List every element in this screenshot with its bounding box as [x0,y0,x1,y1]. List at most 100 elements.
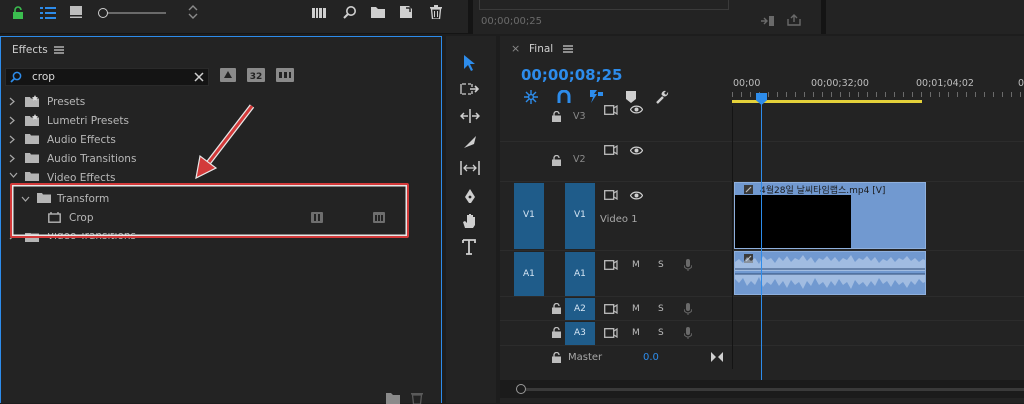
top-toolbar [0,0,468,34]
lock-track-icon[interactable] [552,303,561,314]
icon-view-icon[interactable] [70,6,82,18]
toggle-sync-lock-icon[interactable] [604,260,618,270]
zoom-slider-handle[interactable] [98,8,108,18]
clip-area[interactable]: 4월28일 날씨타임랩스.mp4 [V] [732,96,1024,383]
chevron-right-icon[interactable] [9,116,15,125]
wrench-icon[interactable] [655,90,669,104]
chevron-right-icon[interactable] [9,135,15,144]
trash-icon[interactable] [430,5,442,19]
new-custom-bin-icon[interactable] [386,392,400,404]
solo-button[interactable]: S [658,304,664,314]
nest-sequence-icon[interactable] [524,90,538,104]
track-target-a3[interactable]: A3 [565,322,595,345]
razor-tool-icon[interactable] [463,135,477,149]
annotation-arrow [195,104,255,180]
video-clip[interactable]: 4월28일 날씨타임랩스.mp4 [V] [734,182,926,249]
scrollbar-thumb-start[interactable] [516,384,526,394]
zoom-slider[interactable] [98,8,168,18]
horizontal-scrollbar[interactable] [500,380,1024,398]
solo-button[interactable]: S [658,260,664,270]
tree-item-label: Audio Transitions [47,153,137,165]
audio-clip[interactable] [734,251,926,295]
toggle-sync-lock-icon[interactable] [604,328,618,338]
lock-track-icon[interactable] [552,155,561,166]
yuv-effects-icon[interactable] [276,68,294,82]
accelerated-effects-icon[interactable] [220,68,236,82]
program-strip [826,0,1024,34]
audio-waveform [735,255,925,289]
tree-item-label: Video Effects [47,172,116,181]
playhead-line[interactable] [761,96,762,383]
clear-search-icon[interactable] [194,72,204,82]
chevron-right-icon[interactable] [9,97,15,106]
panel-menu-icon[interactable] [54,46,64,54]
add-marker-icon[interactable] [626,91,636,103]
type-tool-icon[interactable] [462,239,476,255]
toggle-sync-lock-icon[interactable] [604,190,618,200]
32-bit-color-icon[interactable]: 32 [247,68,265,82]
solo-button[interactable]: S [658,328,664,338]
tree-item-label: Lumetri Presets [47,115,129,127]
toggle-sync-lock-icon[interactable] [604,105,618,115]
chevron-right-icon[interactable] [9,154,15,163]
track-label: V3 [573,111,586,122]
panel-title[interactable]: Effects [12,44,48,56]
toggle-sync-lock-icon[interactable] [604,304,618,314]
lock-icon[interactable] [12,6,24,20]
selection-tool-icon[interactable] [463,54,475,71]
folder-icon [25,152,39,163]
track-target-v1[interactable]: V1 [565,183,595,249]
eye-icon[interactable] [630,146,643,155]
source-patch-v1[interactable]: V1 [514,183,544,249]
track-select-tool-icon[interactable] [460,83,480,95]
eye-icon[interactable] [630,191,643,200]
playhead-timecode[interactable]: 00;00;08;25 [521,66,623,84]
folder-icon [25,133,39,144]
track-target-a2[interactable]: A2 [565,298,595,321]
automate-to-sequence-icon[interactable] [312,8,326,18]
close-tab-icon[interactable]: × [511,42,520,55]
ripple-edit-tool-icon[interactable] [460,109,480,123]
search-box[interactable]: crop [5,68,209,86]
panel-menu-icon[interactable] [563,45,573,53]
chevron-down-icon[interactable] [9,172,18,178]
time-ruler[interactable]: 00;00 00;00;32;00 00;01;04;02 00;0 [732,74,1024,106]
sequence-tab[interactable]: Final [529,43,553,55]
source-timecode: 00;00;00;25 [481,16,543,27]
mute-button[interactable]: M [632,260,640,270]
microphone-icon[interactable] [684,259,692,271]
snap-icon[interactable] [557,90,571,104]
toggle-sync-lock-icon[interactable] [604,145,618,155]
lock-track-icon[interactable] [552,111,561,122]
tree-item-label: Presets [47,96,86,108]
sort-icon[interactable] [188,5,198,19]
insert-icon[interactable] [761,15,775,27]
eye-icon[interactable] [630,105,643,114]
ruler-label: 00;01;04;02 [916,78,974,89]
export-frame-icon[interactable] [787,14,801,26]
track-name: Video 1 [600,214,638,225]
microphone-icon[interactable] [684,327,692,339]
new-item-icon[interactable] [400,6,412,18]
find-icon[interactable] [343,5,357,19]
search-icon [10,71,22,83]
go-to-end-icon[interactable] [711,351,723,363]
slip-tool-icon[interactable] [460,161,480,175]
new-bin-icon[interactable] [371,6,385,18]
lock-track-icon[interactable] [552,327,561,338]
hand-tool-icon[interactable] [462,213,477,229]
mute-button[interactable]: M [632,328,640,338]
list-view-icon[interactable] [40,7,56,19]
search-input[interactable]: crop [32,71,55,83]
linked-selection-icon[interactable] [589,89,604,104]
source-patch-a1[interactable]: A1 [514,252,544,297]
track-label: V2 [573,154,586,165]
master-volume-value[interactable]: 0.0 [643,352,659,363]
pen-tool-icon[interactable] [463,188,477,204]
lock-track-icon[interactable] [552,352,561,363]
ruler-label: 00;0 [1018,78,1024,89]
track-target-a1[interactable]: A1 [565,252,595,297]
mute-button[interactable]: M [632,304,640,314]
microphone-icon[interactable] [684,303,692,315]
delete-custom-item-icon[interactable] [411,391,423,404]
